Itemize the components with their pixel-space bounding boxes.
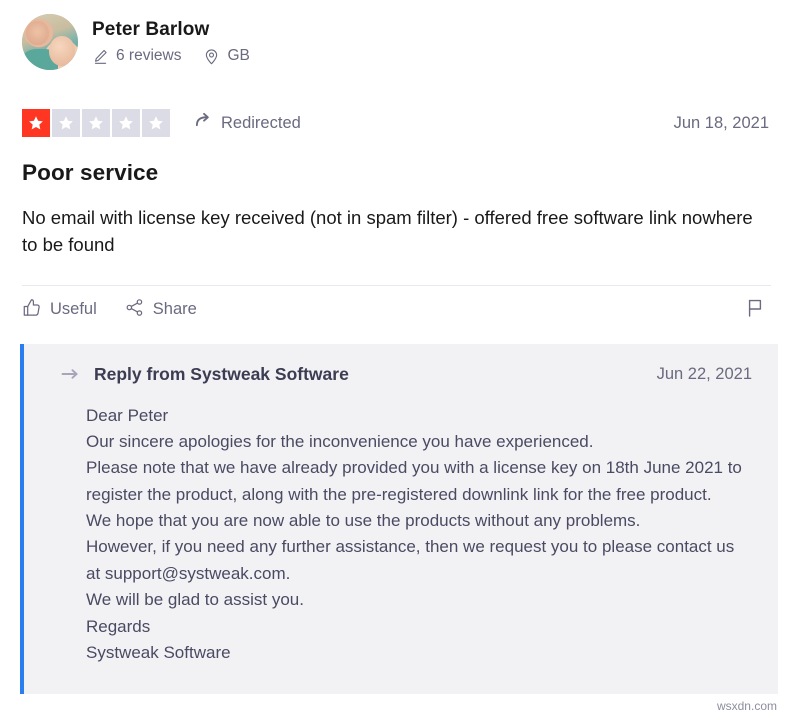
review-date: Jun 18, 2021 bbox=[673, 113, 769, 132]
share-label: Share bbox=[152, 300, 197, 319]
consumer-name[interactable]: Peter Barlow bbox=[92, 19, 250, 41]
star-4 bbox=[112, 109, 140, 137]
reply-line: However, if you need any further assista… bbox=[86, 537, 740, 583]
useful-label: Useful bbox=[50, 300, 97, 319]
star-5 bbox=[142, 109, 170, 137]
avatar[interactable] bbox=[22, 14, 78, 70]
avatar-photo-face-right bbox=[48, 36, 75, 66]
reply-body: Dear Peter Our sincere apologies for the… bbox=[46, 403, 746, 666]
reply-date: Jun 22, 2021 bbox=[656, 364, 752, 383]
consumer-info: Peter Barlow 6 reviews GB bbox=[92, 19, 250, 65]
consumer-meta: 6 reviews GB bbox=[92, 47, 250, 65]
thumbs-up-icon bbox=[22, 298, 41, 322]
reviews-count: 6 reviews bbox=[92, 47, 181, 65]
reply-line: We will be glad to assist you. bbox=[86, 590, 304, 610]
reply-line: We hope that you are now able to use the… bbox=[86, 511, 641, 531]
consumer-header: Peter Barlow 6 reviews GB bbox=[22, 14, 771, 70]
consumer-location: GB bbox=[203, 47, 250, 65]
report-button[interactable] bbox=[739, 298, 771, 321]
redirect-arrow-icon bbox=[194, 111, 213, 135]
rating-row: Redirected Jun 18, 2021 bbox=[22, 108, 771, 138]
useful-button[interactable]: Useful bbox=[22, 298, 97, 322]
reply-title: Reply from Systweak Software bbox=[94, 363, 349, 384]
review-card: Peter Barlow 6 reviews GB Redirected Jun… bbox=[0, 0, 787, 718]
company-reply: Reply from Systweak Software Jun 22, 202… bbox=[20, 343, 778, 694]
reply-line: Dear Peter bbox=[86, 405, 169, 425]
share-icon bbox=[125, 298, 144, 322]
star-3 bbox=[82, 109, 110, 137]
star-1 bbox=[22, 109, 50, 137]
flag-icon bbox=[745, 298, 765, 321]
redirected-badge: Redirected bbox=[194, 111, 301, 135]
reply-line: Regards bbox=[86, 616, 151, 636]
review-body: No email with license key received (not … bbox=[22, 207, 753, 256]
reply-line: Our sincere apologies for the inconvenie… bbox=[86, 432, 594, 452]
reply-arrow-icon bbox=[60, 364, 80, 384]
review-actions: Useful Share bbox=[22, 286, 771, 334]
reply-header: Reply from Systweak Software Jun 22, 202… bbox=[46, 364, 756, 385]
share-button[interactable]: Share bbox=[125, 298, 197, 322]
map-pin-icon bbox=[203, 48, 220, 65]
star-2 bbox=[52, 109, 80, 137]
reply-line: Please note that we have already provide… bbox=[86, 458, 747, 504]
review-title[interactable]: Poor service bbox=[22, 160, 771, 186]
pencil-icon bbox=[92, 48, 109, 65]
avatar-photo-face-left bbox=[26, 20, 49, 46]
star-rating bbox=[22, 109, 170, 137]
reviews-count-label: 6 reviews bbox=[116, 47, 182, 64]
redirected-label: Redirected bbox=[221, 113, 301, 132]
consumer-location-label: GB bbox=[227, 47, 250, 64]
reply-line: Systweak Software bbox=[86, 642, 231, 662]
watermark: wsxdn.com bbox=[716, 699, 777, 713]
